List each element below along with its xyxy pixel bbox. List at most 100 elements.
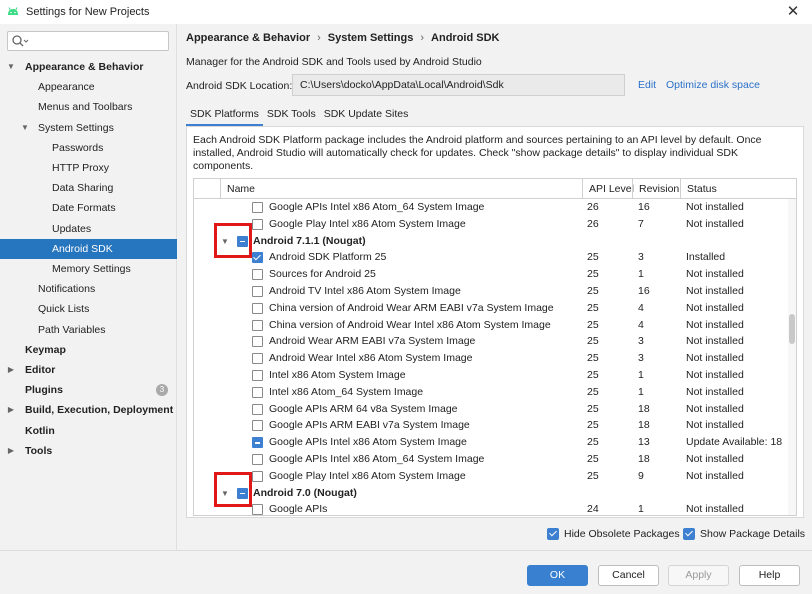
table-row[interactable]: Google APIs Intel x86 Atom_64 System Ima… bbox=[194, 199, 790, 216]
row-checkbox[interactable] bbox=[252, 420, 263, 432]
cell-rev: 1 bbox=[638, 268, 644, 281]
header-api-level[interactable]: API Level bbox=[582, 179, 634, 199]
cell-api: 25 bbox=[587, 301, 599, 314]
row-checkbox[interactable] bbox=[252, 286, 263, 297]
row-checkbox[interactable] bbox=[252, 252, 263, 264]
sdk-location-field[interactable]: C:\Users\docko\AppData\Local\Android\Sdk bbox=[292, 74, 625, 96]
sidebar-item-system-settings[interactable]: ▼ System Settings bbox=[0, 118, 177, 138]
close-icon[interactable]: ✕ bbox=[784, 2, 802, 20]
sidebar-item-build-execution-deployment[interactable]: ▶ Build, Execution, Deployment bbox=[0, 400, 177, 420]
sidebar-item-label: System Settings bbox=[38, 121, 114, 134]
vertical-scrollbar[interactable] bbox=[788, 199, 796, 515]
cell-rev: 16 bbox=[638, 201, 650, 213]
table-row[interactable]: China version of Android Wear Intel x86 … bbox=[194, 317, 790, 334]
tab-sdk-update-sites[interactable]: SDK Update Sites bbox=[320, 104, 413, 126]
table-row[interactable]: Android Wear Intel x86 Atom System Image… bbox=[194, 350, 790, 367]
table-row[interactable]: Google APIs 24 1 Not installed bbox=[194, 501, 790, 515]
cancel-button[interactable]: Cancel bbox=[598, 565, 659, 586]
sidebar-item-memory-settings[interactable]: Memory Settings bbox=[0, 259, 177, 279]
chevron-right-icon[interactable]: ▶ bbox=[6, 360, 16, 380]
scrollbar-thumb[interactable] bbox=[789, 314, 795, 344]
row-checkbox[interactable] bbox=[252, 386, 263, 398]
sdk-platforms-panel: Each Android SDK Platform package includ… bbox=[186, 127, 804, 518]
sidebar-item-updates[interactable]: Updates bbox=[0, 219, 177, 239]
cell-api: 25 bbox=[587, 268, 599, 281]
help-button[interactable]: Help bbox=[739, 565, 800, 586]
sidebar-item-passwords[interactable]: Passwords bbox=[0, 138, 177, 158]
cell-rev: 3 bbox=[638, 352, 644, 365]
sidebar-item-appearance[interactable]: Appearance bbox=[0, 77, 177, 97]
breadcrumb-item[interactable]: System Settings bbox=[328, 32, 414, 44]
sidebar-item-kotlin[interactable]: Kotlin bbox=[0, 421, 177, 441]
tab-sdk-platforms[interactable]: SDK Platforms bbox=[186, 104, 263, 126]
ok-button[interactable]: OK bbox=[527, 565, 588, 586]
table-row[interactable]: Google Play Intel x86 Atom System Image 2… bbox=[194, 216, 790, 233]
table-row[interactable]: Google Play Intel x86 Atom System Image 2… bbox=[194, 468, 790, 485]
sidebar-item-keymap[interactable]: Keymap bbox=[0, 340, 177, 360]
row-checkbox[interactable] bbox=[252, 370, 263, 381]
search-icon bbox=[12, 35, 29, 47]
row-checkbox[interactable] bbox=[252, 504, 263, 515]
panel-description: Each Android SDK Platform package includ… bbox=[193, 134, 762, 172]
chevron-right-icon[interactable]: ▶ bbox=[6, 400, 16, 420]
row-checkbox[interactable] bbox=[252, 353, 263, 365]
cell-status: Not installed bbox=[686, 301, 744, 314]
highlight-box bbox=[214, 472, 252, 507]
row-checkbox[interactable] bbox=[252, 218, 263, 230]
sidebar-item-path-variables[interactable]: Path Variables bbox=[0, 320, 177, 340]
table-row[interactable]: Google APIs ARM EABI v7a System Image 25 1… bbox=[194, 417, 790, 434]
row-checkbox[interactable] bbox=[252, 454, 263, 465]
table-row[interactable]: Intel x86 Atom System Image 25 1 Not instal… bbox=[194, 367, 790, 384]
table-row[interactable]: Android Wear ARM EABI v7a System Image 25… bbox=[194, 333, 790, 350]
chevron-down-icon[interactable]: ▼ bbox=[6, 57, 16, 77]
cell-rev: 1 bbox=[638, 369, 644, 381]
table-row[interactable]: Google APIs Intel x86 Atom System Image 2… bbox=[194, 434, 790, 451]
row-checkbox[interactable] bbox=[252, 403, 263, 415]
table-row[interactable]: Google APIs ARM 64 v8a System Image 25 18 N… bbox=[194, 401, 790, 418]
table-row[interactable]: Android TV Intel x86 Atom System Image 25… bbox=[194, 283, 790, 300]
table-row[interactable]: Intel x86 Atom_64 System Image 25 1 Not ins… bbox=[194, 384, 790, 401]
cell-status: Update Available: 18 bbox=[686, 436, 783, 449]
optimize-disk-space-link[interactable]: Optimize disk space bbox=[666, 79, 760, 91]
table-group-row[interactable]: ▼ Android 7.1.1 (Nougat) bbox=[194, 233, 790, 250]
edit-link[interactable]: Edit bbox=[638, 79, 656, 91]
apply-button[interactable]: Apply bbox=[668, 565, 729, 586]
row-checkbox[interactable] bbox=[252, 470, 263, 482]
row-checkbox[interactable] bbox=[252, 269, 263, 281]
sidebar-item-label: Path Variables bbox=[38, 323, 106, 336]
row-checkbox[interactable] bbox=[252, 202, 263, 213]
sidebar-item-http-proxy[interactable]: HTTP Proxy bbox=[0, 158, 177, 178]
sidebar-item-menus-and-toolbars[interactable]: Menus and Toolbars bbox=[0, 97, 177, 117]
sidebar-item-quick-lists[interactable]: Quick Lists bbox=[0, 299, 177, 319]
sidebar-item-label: Build, Execution, Deployment bbox=[25, 404, 174, 417]
chevron-down-icon[interactable]: ▼ bbox=[20, 118, 30, 138]
cell-status: Not installed bbox=[686, 385, 744, 398]
breadcrumb-item[interactable]: Appearance & Behavior bbox=[186, 32, 310, 44]
chevron-right-icon[interactable]: ▶ bbox=[6, 441, 16, 461]
table-row[interactable]: Sources for Android 25 25 1 Not installed bbox=[194, 266, 790, 283]
table-header: Name API Level Revision Status bbox=[194, 179, 796, 199]
sidebar-item-android-sdk[interactable]: Android SDK bbox=[0, 238, 177, 259]
sidebar-item-tools[interactable]: ▶ Tools bbox=[0, 441, 177, 461]
sidebar-item-notifications[interactable]: Notifications bbox=[0, 279, 177, 299]
row-checkbox[interactable] bbox=[252, 319, 263, 331]
sidebar-item-editor[interactable]: ▶ Editor bbox=[0, 360, 177, 380]
sidebar-item-appearance-behavior[interactable]: ▼ Appearance & Behavior bbox=[0, 57, 177, 77]
hide-obsolete-checkbox[interactable] bbox=[547, 528, 559, 540]
row-checkbox[interactable] bbox=[252, 302, 263, 314]
table-row[interactable]: Android SDK Platform 25 25 3 Installed bbox=[194, 249, 790, 266]
table-group-row[interactable]: ▼ Android 7.0 (Nougat) bbox=[194, 485, 790, 502]
table-row[interactable]: Google APIs Intel x86 Atom_64 System Ima… bbox=[194, 451, 790, 468]
sidebar-item-plugins[interactable]: Plugins 3 bbox=[0, 380, 177, 400]
table-row[interactable]: China version of Android Wear ARM EABI v… bbox=[194, 300, 790, 317]
show-details-checkbox[interactable] bbox=[683, 528, 695, 540]
row-checkbox[interactable] bbox=[252, 437, 263, 449]
tab-sdk-tools[interactable]: SDK Tools bbox=[263, 104, 320, 126]
sidebar-item-data-sharing[interactable]: Data Sharing bbox=[0, 178, 177, 198]
search-input[interactable] bbox=[7, 31, 169, 51]
sidebar-item-date-formats[interactable]: Date Formats bbox=[0, 198, 177, 218]
row-checkbox[interactable] bbox=[252, 336, 263, 348]
header-status[interactable]: Status bbox=[680, 179, 796, 199]
header-name[interactable]: Name bbox=[220, 179, 582, 199]
header-revision[interactable]: Revision bbox=[632, 179, 680, 199]
